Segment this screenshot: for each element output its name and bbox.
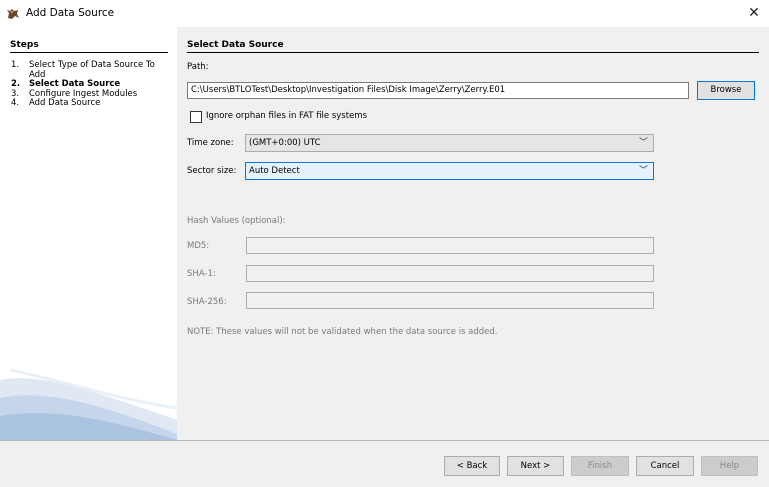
timezone-dropdown[interactable]: (GMT+0:00) UTC ﹀ (245, 134, 654, 152)
step-label: Add Data Source (29, 98, 101, 108)
sha1-input[interactable] (246, 265, 654, 282)
back-button[interactable]: < Back (444, 456, 500, 476)
step-label: Configure Ingest Modules (29, 88, 138, 99)
step-item: 4. Add Data Source (11, 98, 173, 109)
ignore-orphan-label: Ignore orphan files in FAT file systems (206, 111, 367, 121)
steps-panel: Steps 1. Select Type of Data Source To A… (0, 27, 177, 440)
step-item: 1. Select Type of Data Source To Add (11, 60, 173, 80)
sha1-label: SHA-1: (187, 269, 216, 279)
steps-divider (10, 52, 168, 53)
step-label: Select Type of Data Source To Add (29, 60, 155, 80)
decorative-swoosh-graphic (0, 368, 177, 440)
panel-divider (187, 52, 759, 53)
title-bar: Add Data Source ✕ (0, 0, 769, 27)
ignore-orphan-checkbox[interactable] (190, 111, 202, 123)
sha256-input[interactable] (246, 292, 654, 309)
cancel-button[interactable]: Cancel (636, 456, 694, 476)
path-label: Path: (187, 62, 209, 72)
next-button[interactable]: Next > (507, 456, 564, 476)
md5-input[interactable] (246, 237, 654, 254)
wizard-button-bar: < Back Next > Finish Cancel Help (0, 440, 769, 487)
sector-size-dropdown[interactable]: Auto Detect ﹀ (245, 162, 654, 180)
step-list: 1. Select Type of Data Source To Add 2. … (11, 60, 173, 109)
hash-note: NOTE: These values will not be validated… (187, 327, 498, 337)
panel-title: Select Data Source (187, 40, 284, 50)
step-number: 1. (11, 60, 20, 70)
close-icon[interactable]: ✕ (739, 0, 769, 27)
timezone-value: (GMT+0:00) UTC (249, 138, 321, 148)
autopsy-dog-icon (7, 9, 19, 19)
chevron-down-icon: ﹀ (638, 138, 648, 148)
hash-values-title: Hash Values (optional): (187, 216, 286, 226)
sector-size-value: Auto Detect (249, 166, 300, 176)
browse-button[interactable]: Browse (697, 81, 755, 100)
timezone-label: Time zone: (187, 138, 234, 148)
md5-label: MD5: (187, 241, 210, 251)
chevron-down-icon: ﹀ (638, 166, 648, 176)
path-input[interactable]: C:\Users\BTLOTest\Desktop\Investigation … (187, 82, 689, 99)
step-label: Select Data Source (29, 79, 121, 89)
steps-title: Steps (10, 40, 39, 50)
step-number: 4. (11, 98, 20, 108)
finish-button[interactable]: Finish (571, 456, 629, 476)
sha256-label: SHA-256: (187, 297, 227, 307)
select-data-source-panel: Select Data Source Path: C:\Users\BTLOTe… (177, 27, 769, 440)
sector-size-label: Sector size: (187, 166, 237, 176)
help-button[interactable]: Help (701, 456, 758, 476)
window-title: Add Data Source (26, 7, 115, 19)
